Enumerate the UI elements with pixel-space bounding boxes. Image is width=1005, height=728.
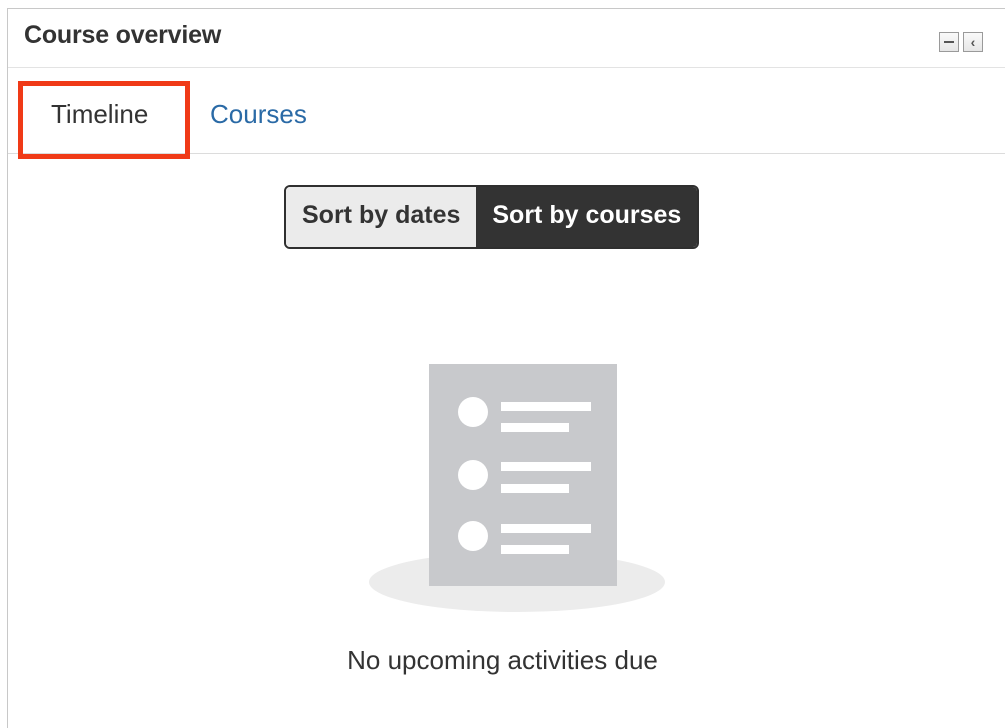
block-header: Course overview ‹ xyxy=(8,9,1005,68)
empty-state-message: No upcoming activities due xyxy=(347,645,658,675)
minus-icon xyxy=(944,41,954,43)
block-controls: ‹ xyxy=(939,32,983,52)
tab-bar: Timeline Courses xyxy=(8,67,1005,159)
document-list-icon xyxy=(369,364,665,612)
sort-by-courses-button[interactable]: Sort by courses xyxy=(476,187,698,247)
dock-button[interactable]: ‹ xyxy=(963,32,983,52)
minimize-button[interactable] xyxy=(939,32,959,52)
tab-courses[interactable]: Courses xyxy=(210,99,307,130)
sort-toggle-group: Sort by dates Sort by courses xyxy=(284,185,700,249)
tab-timeline[interactable]: Timeline xyxy=(51,99,148,130)
block-title: Course overview xyxy=(24,21,222,49)
chevron-left-icon: ‹ xyxy=(970,34,976,50)
sort-by-dates-button[interactable]: Sort by dates xyxy=(286,187,477,247)
